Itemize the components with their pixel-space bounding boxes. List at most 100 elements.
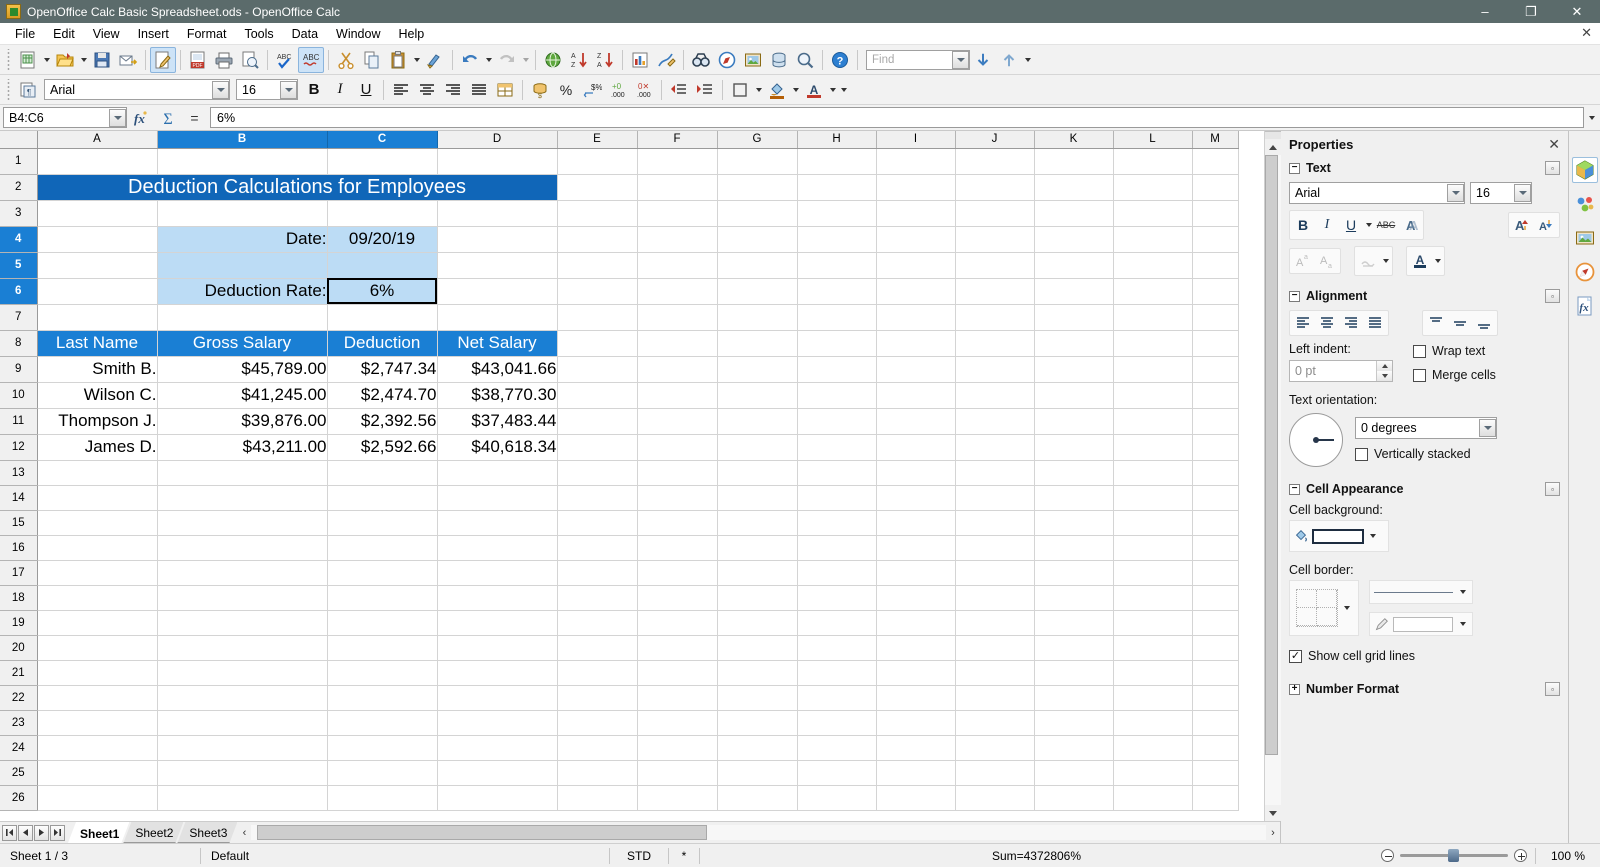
standard-toolbar-overflow[interactable] xyxy=(1022,47,1033,73)
menu-help[interactable]: Help xyxy=(390,25,434,43)
cell-C24[interactable] xyxy=(327,735,438,761)
row-header-15[interactable]: 15 xyxy=(0,510,38,536)
cell-E20[interactable] xyxy=(557,635,638,661)
font-color-button[interactable]: A xyxy=(801,77,827,103)
cell-D11[interactable]: $37,483.44 xyxy=(437,408,558,435)
sidebar-font-name-dropdown-icon[interactable] xyxy=(1447,184,1464,202)
align-center-button[interactable] xyxy=(414,77,440,103)
show-grid-lines-checkbox[interactable]: Show cell grid lines xyxy=(1289,649,1415,663)
find-replace-button[interactable] xyxy=(688,47,714,73)
cell-E16[interactable] xyxy=(557,535,638,561)
cell-G8[interactable] xyxy=(717,330,798,357)
find-next-button[interactable] xyxy=(970,47,996,73)
cell-J4[interactable] xyxy=(955,226,1035,253)
cell-D3[interactable] xyxy=(437,200,558,227)
border-line-style-dropdown-icon[interactable] xyxy=(1457,579,1468,605)
horizontal-scroll-thumb[interactable] xyxy=(257,825,708,840)
cell-I17[interactable] xyxy=(876,560,956,586)
cell-H3[interactable] xyxy=(797,200,877,227)
cell-C10[interactable]: $2,474.70 xyxy=(327,382,438,409)
cell-border-dropdown-icon[interactable] xyxy=(1341,595,1352,621)
table-row[interactable]: 8 Last Name Gross Salary Deduction Net Salar… xyxy=(0,330,1239,357)
cell-E5[interactable] xyxy=(557,252,638,279)
section-header-cell-appearance[interactable]: − Cell Appearance ▫ xyxy=(1281,478,1568,500)
cell-L17[interactable] xyxy=(1113,560,1193,586)
cell-L22[interactable] xyxy=(1113,685,1193,711)
cell-F26[interactable] xyxy=(637,785,718,811)
cell-H20[interactable] xyxy=(797,635,877,661)
subscript-button[interactable]: Aa xyxy=(1315,250,1339,272)
table-row[interactable]: 17 xyxy=(0,560,1239,586)
undo-button[interactable] xyxy=(457,47,483,73)
vertically-stacked-checkbox-box[interactable] xyxy=(1355,447,1368,461)
cell-J19[interactable] xyxy=(955,610,1035,636)
cell-L2[interactable] xyxy=(1113,174,1193,201)
table-row[interactable]: 11 Thompson J. $39,876.00 $2,392.56 $37,483.… xyxy=(0,408,1239,435)
sheet-tab-sheet2[interactable]: Sheet2 xyxy=(123,822,183,843)
cell-D20[interactable] xyxy=(437,635,558,661)
cell-J24[interactable] xyxy=(955,735,1035,761)
cell-L21[interactable] xyxy=(1113,660,1193,686)
cell-H25[interactable] xyxy=(797,760,877,786)
cell-B13[interactable] xyxy=(157,460,328,486)
cell-D22[interactable] xyxy=(437,685,558,711)
border-line-color-control[interactable] xyxy=(1369,612,1473,636)
cell-G20[interactable] xyxy=(717,635,798,661)
cell-F18[interactable] xyxy=(637,585,718,611)
cell-F14[interactable] xyxy=(637,485,718,511)
cell-A1[interactable] xyxy=(37,148,158,175)
cell-I20[interactable] xyxy=(876,635,956,661)
drawing-functions-button[interactable] xyxy=(653,47,679,73)
cell-H13[interactable] xyxy=(797,460,877,486)
cell-A15[interactable] xyxy=(37,510,158,536)
cell-C20[interactable] xyxy=(327,635,438,661)
menu-edit[interactable]: Edit xyxy=(44,25,84,43)
cell-H9[interactable] xyxy=(797,356,877,383)
cell-I14[interactable] xyxy=(876,485,956,511)
cell-L1[interactable] xyxy=(1113,148,1193,175)
cell-B20[interactable] xyxy=(157,635,328,661)
cell-B17[interactable] xyxy=(157,560,328,586)
add-decimal-place-button[interactable]: +0.000 xyxy=(605,77,631,103)
cell-A20[interactable] xyxy=(37,635,158,661)
table-row[interactable]: 21 xyxy=(0,660,1239,686)
cell-M9[interactable] xyxy=(1192,356,1239,383)
cell-K6[interactable] xyxy=(1034,278,1114,305)
cell-B18[interactable] xyxy=(157,585,328,611)
cell-K25[interactable] xyxy=(1034,760,1114,786)
redo-button[interactable] xyxy=(494,47,520,73)
wrap-text-checkbox-box[interactable] xyxy=(1413,344,1426,358)
decrease-font-size-button[interactable]: A xyxy=(1534,214,1558,236)
cell-J1[interactable] xyxy=(955,148,1035,175)
menu-data[interactable]: Data xyxy=(283,25,327,43)
sidebar-align-left-button[interactable] xyxy=(1291,312,1315,334)
cell-A24[interactable] xyxy=(37,735,158,761)
column-header-D[interactable]: D xyxy=(437,131,558,149)
cell-H7[interactable] xyxy=(797,304,877,331)
cell-M17[interactable] xyxy=(1192,560,1239,586)
cell-A12[interactable]: James D. xyxy=(37,434,158,461)
cell-C13[interactable] xyxy=(327,460,438,486)
cell-G10[interactable] xyxy=(717,382,798,409)
table-row[interactable]: 3 xyxy=(0,200,1239,227)
borders-dropdown[interactable] xyxy=(753,77,764,103)
cell-B26[interactable] xyxy=(157,785,328,811)
data-sources-button[interactable] xyxy=(766,47,792,73)
wrap-text-checkbox[interactable]: Wrap text xyxy=(1413,344,1496,358)
cell-L7[interactable] xyxy=(1113,304,1193,331)
sidebar-font-color-dropdown[interactable] xyxy=(1432,248,1443,274)
cell-E1[interactable] xyxy=(557,148,638,175)
font-name-input[interactable]: Arial xyxy=(44,79,230,100)
cell-L19[interactable] xyxy=(1113,610,1193,636)
cell-E23[interactable] xyxy=(557,710,638,736)
cell-K8[interactable] xyxy=(1034,330,1114,357)
cell-H10[interactable] xyxy=(797,382,877,409)
cell-I6[interactable] xyxy=(876,278,956,305)
cell-D6[interactable] xyxy=(437,278,558,305)
cell-G17[interactable] xyxy=(717,560,798,586)
cell-I22[interactable] xyxy=(876,685,956,711)
column-header-H[interactable]: H xyxy=(797,131,877,149)
cell-M22[interactable] xyxy=(1192,685,1239,711)
cell-L5[interactable] xyxy=(1113,252,1193,279)
cell-reference-input[interactable]: B4:C6 xyxy=(3,107,127,128)
